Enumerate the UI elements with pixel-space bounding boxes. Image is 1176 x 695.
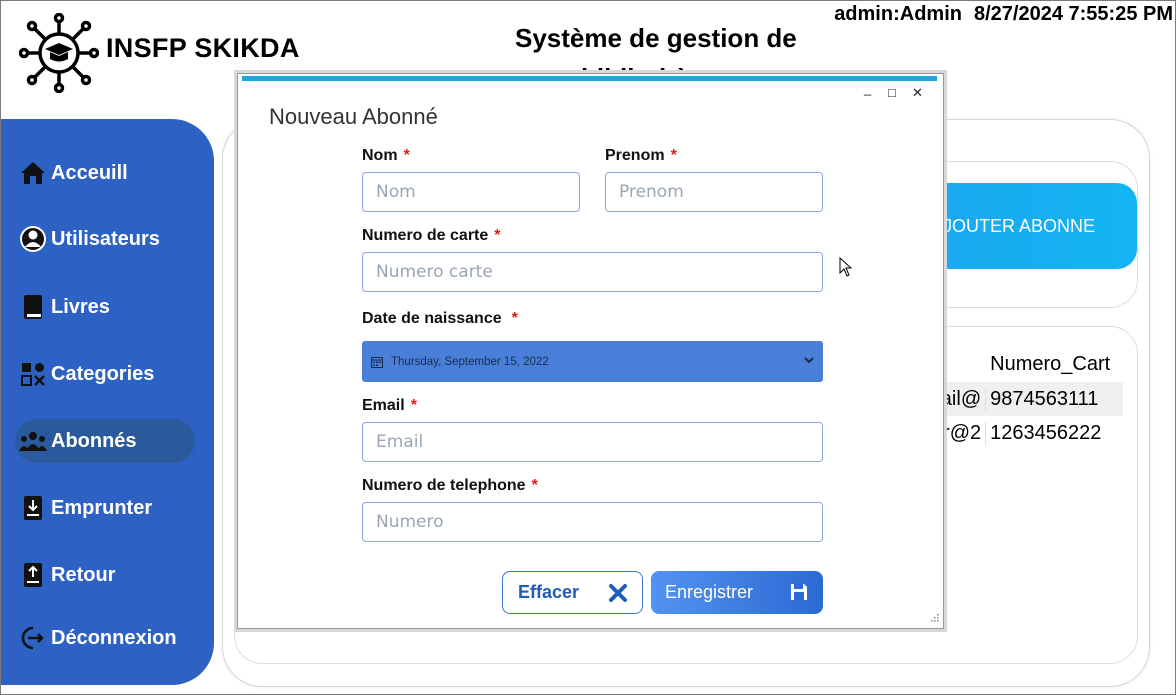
required-mark: * <box>494 227 501 244</box>
save-disk-icon <box>791 584 807 600</box>
birthdate-picker[interactable]: Thursday, September 15, 2022 <box>362 341 823 382</box>
borrow-icon <box>19 494 47 522</box>
sidebar-item-deconnexion[interactable]: Déconnexion <box>15 616 195 660</box>
sidebar-item-label: Retour <box>51 563 116 586</box>
app-title: Système de gestion de <box>515 23 797 53</box>
required-mark: * <box>410 397 417 414</box>
table-cell: 1263456222 <box>990 421 1102 444</box>
sidebar-item-label: Déconnexion <box>51 626 177 649</box>
telephone-label-text: Numero de telephone <box>362 477 526 494</box>
clear-button-label: Effacer <box>518 582 580 602</box>
calendar-icon <box>371 356 383 368</box>
numero-carte-input[interactable]: Numero carte <box>362 252 823 292</box>
email-label: Email * <box>362 397 417 415</box>
sidebar-item-emprunter[interactable]: Emprunter <box>15 486 195 530</box>
group-icon <box>19 427 47 455</box>
date-naissance-label-text: Date de naissance <box>362 310 502 327</box>
current-user: admin:Admin <box>834 3 962 25</box>
birthdate-value: Thursday, September 15, 2022 <box>391 355 549 368</box>
save-button-label: Enregistrer <box>665 582 754 602</box>
required-mark: * <box>531 477 538 494</box>
table-cell: 9874563111 <box>990 387 1099 410</box>
telephone-input[interactable]: Numero <box>362 502 823 542</box>
clear-button[interactable]: Effacer <box>502 571 643 614</box>
logout-icon <box>19 624 47 652</box>
user-icon <box>19 225 47 253</box>
network-graduation-logo-icon <box>19 13 99 93</box>
nom-input[interactable]: Nom <box>362 172 580 212</box>
app-window: INSFP SKIKDA Système de gestion de bibli… <box>0 0 1176 695</box>
close-x-icon <box>609 584 627 602</box>
sidebar-item-label: Emprunter <box>51 496 153 519</box>
date-naissance-label: Date de naissance * <box>362 310 518 328</box>
sidebar-item-abonnes[interactable]: Abonnés <box>15 419 195 463</box>
new-subscriber-dialog: _ □ ✕ Nouveau Abonné Nom * Nom Prenom * Pr… <box>237 73 944 629</box>
nom-label: Nom * <box>362 147 410 165</box>
sidebar-item-categories[interactable]: Categories <box>15 352 195 396</box>
close-button[interactable]: ✕ <box>912 86 923 100</box>
current-datetime: 8/27/2024 7:55:25 PM <box>973 3 1173 25</box>
numero-carte-label-text: Numero de carte <box>362 227 489 244</box>
school-name: INSFP SKIKDA <box>106 33 300 63</box>
sidebar-item-label: Acceuill <box>51 161 128 184</box>
table-header-cell: Numero_Cart <box>990 352 1111 375</box>
sidebar-item-livres[interactable]: Livres <box>15 285 195 329</box>
chevron-down-icon <box>804 357 814 364</box>
required-mark: * <box>670 147 677 164</box>
resize-grip-icon[interactable] <box>929 614 939 624</box>
email-input[interactable]: Email <box>362 422 823 462</box>
sidebar-item-retour[interactable]: Retour <box>15 553 195 597</box>
sidebar-item-label: Categories <box>51 362 155 385</box>
numero-carte-label: Numero de carte * <box>362 227 501 245</box>
sidebar-item-label: Livres <box>51 295 110 318</box>
session-info: admin:Admin 8/27/2024 7:55:25 PM <box>834 3 1173 26</box>
sidebar-item-label: Utilisateurs <box>51 227 160 250</box>
book-icon <box>19 293 47 321</box>
home-icon <box>19 159 47 187</box>
sidebar-item-utilisateurs[interactable]: Utilisateurs <box>15 217 195 261</box>
minimize-button[interactable]: _ <box>864 82 871 96</box>
required-mark: * <box>511 310 518 327</box>
categories-icon <box>19 360 47 388</box>
sidebar: Acceuill Utilisateurs Livres Categories … <box>1 119 214 685</box>
email-label-text: Email <box>362 397 405 414</box>
dialog-accent-bar <box>242 76 937 81</box>
dialog-title: Nouveau Abonné <box>269 104 438 129</box>
prenom-label-text: Prenom <box>605 147 665 164</box>
telephone-label: Numero de telephone * <box>362 477 538 495</box>
save-button[interactable]: Enregistrer <box>651 571 823 614</box>
sidebar-item-acceuill[interactable]: Acceuill <box>15 151 195 195</box>
mouse-cursor-icon <box>839 257 853 277</box>
sidebar-item-label: Abonnés <box>51 429 137 452</box>
required-mark: * <box>403 147 410 164</box>
nom-label-text: Nom <box>362 147 398 164</box>
prenom-label: Prenom * <box>605 147 677 165</box>
return-icon <box>19 561 47 589</box>
maximize-button[interactable]: □ <box>888 86 896 100</box>
prenom-input[interactable]: Prenom <box>605 172 823 212</box>
